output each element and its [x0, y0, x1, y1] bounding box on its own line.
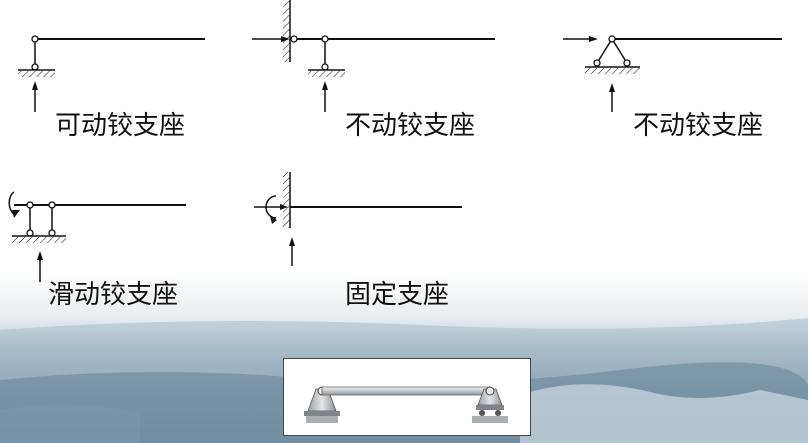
sliding-hinge-support [8, 191, 186, 282]
hinge-pin-icon [608, 35, 616, 43]
fixed-support [254, 172, 462, 266]
hinge-pin-icon [48, 201, 56, 209]
ground-hatch [585, 68, 640, 74]
label-sliding-hinge-support: 滑动铰支座 [48, 280, 179, 310]
ground-block [306, 416, 338, 423]
triangle-bar [611, 38, 628, 64]
roller-icon [495, 410, 501, 416]
arrow-head-icon [609, 83, 615, 92]
fixed-hinge-support-1 [252, 0, 495, 112]
wall-hatch [283, 172, 290, 228]
pin-icon [485, 386, 495, 396]
label-fixed-hinge-support-2: 不动铰支座 [633, 111, 764, 141]
ground-hatch [308, 71, 345, 77]
wall-hatch [283, 0, 290, 62]
arrow-head-icon [32, 81, 38, 90]
ground-hatch [18, 71, 55, 77]
hinge-pin-icon [321, 35, 329, 43]
arrow-head-icon [589, 36, 598, 42]
ground-hatch [12, 237, 66, 243]
arrow-head-icon [12, 210, 20, 218]
label-fixed-hinge-support-1: 不动铰支座 [345, 111, 476, 141]
beam-illustration [304, 386, 508, 423]
beam [321, 386, 491, 396]
roller-icon [479, 410, 485, 416]
movable-hinge-support [18, 35, 205, 112]
ground-block [472, 416, 508, 423]
arrow-head-icon [289, 237, 295, 246]
hinge-pin-icon [48, 229, 56, 237]
hinge-pin-icon [26, 201, 34, 209]
hinge-pin-icon [31, 35, 39, 43]
hinge-pin-icon [290, 35, 298, 43]
label-movable-hinge-support: 可动铰支座 [55, 111, 186, 141]
simply-supported-beam-figure [283, 358, 531, 436]
hinge-pin-icon [26, 229, 34, 237]
label-fixed-support: 固定支座 [345, 280, 450, 310]
hinge-pin-icon [321, 63, 329, 71]
triangle-bar [596, 38, 613, 64]
hinge-pin-icon [623, 59, 631, 67]
hinge-pin-icon [593, 59, 601, 67]
arrow-head-icon [37, 251, 43, 260]
fixed-hinge-support-2 [563, 35, 782, 112]
hinge-pin-icon [31, 63, 39, 71]
arrow-head-icon [322, 81, 328, 90]
